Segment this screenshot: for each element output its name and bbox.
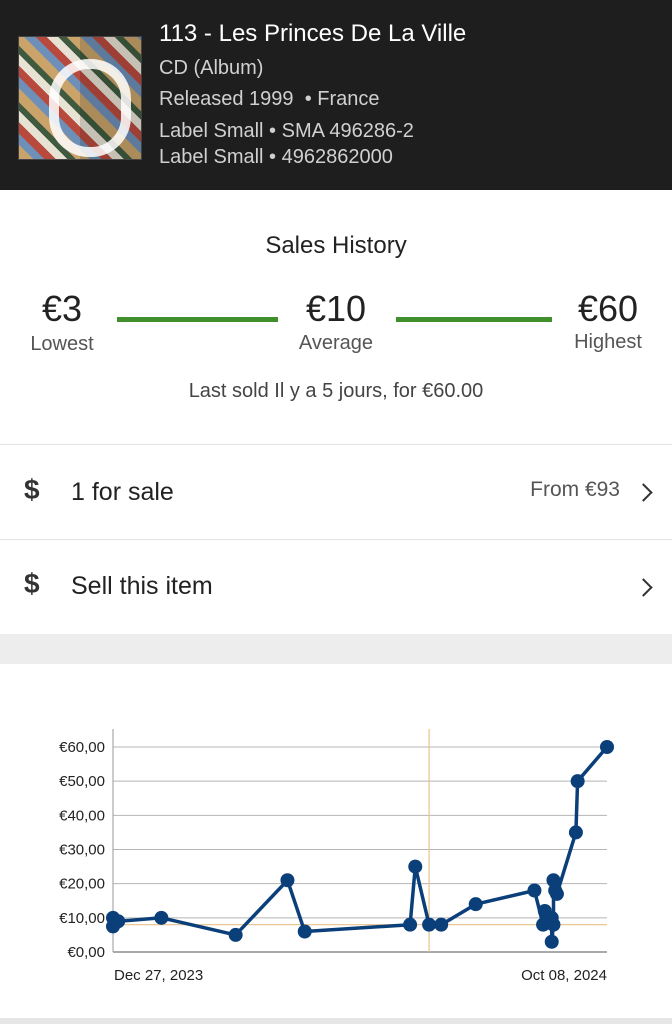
- release-country: • France: [304, 88, 380, 110]
- sale-point: [111, 914, 126, 929]
- divider: [0, 539, 672, 540]
- sale-point: [422, 917, 437, 932]
- for-sale-label: 1 for sale: [71, 478, 174, 506]
- chevron-right-icon: [634, 578, 653, 597]
- y-tick-label: €40,00: [59, 807, 105, 824]
- sale-point: [154, 910, 169, 925]
- y-tick-label: €30,00: [59, 842, 105, 859]
- sales-history-chart[interactable]: €0,00 €10,00 €20,00 €30,00 €40,00 €50,00 €60,0…: [0, 700, 672, 1000]
- for-sale-row[interactable]: $ 1 for sale From €93: [0, 446, 672, 538]
- release-title: 113 - Les Princes De La Ville: [159, 20, 467, 47]
- y-tick-label: €0,00: [67, 944, 105, 961]
- release-format: CD (Album): [159, 57, 264, 79]
- y-tick-label: €50,00: [59, 773, 105, 790]
- sale-point: [549, 886, 564, 901]
- release-label-1: Label Small • SMA 496286-2: [159, 120, 414, 142]
- release-year: Released 1999: [159, 88, 294, 110]
- dollar-icon: $: [24, 568, 40, 599]
- sale-point: [546, 917, 561, 932]
- sale-point: [600, 740, 614, 754]
- sale-point: [408, 859, 423, 874]
- average-price: €10: [305, 288, 367, 329]
- chevron-right-icon: [634, 483, 653, 502]
- sale-point: [568, 825, 583, 840]
- sale-point: [297, 924, 312, 939]
- sale-point: [403, 917, 418, 932]
- for-sale-from-price: From €93: [530, 478, 620, 501]
- dollar-icon: $: [24, 474, 40, 505]
- lowest-price: €3: [41, 288, 83, 329]
- y-tick-label: €60,00: [59, 739, 105, 756]
- x-tick-label: Dec 27, 2023: [114, 967, 203, 984]
- price-range-bar-right: [396, 317, 552, 322]
- last-sold-text: Last sold Il y a 5 jours, for €60.00: [188, 380, 484, 402]
- sale-point: [570, 774, 585, 789]
- sale-point: [280, 873, 295, 888]
- price-range-bar-left: [117, 317, 278, 322]
- sales-series-line: [111, 745, 609, 944]
- sale-point: [434, 917, 449, 932]
- section-separator: [0, 634, 672, 664]
- y-tick-label: €20,00: [59, 876, 105, 893]
- sale-point: [228, 927, 243, 942]
- y-tick-label: €10,00: [59, 910, 105, 927]
- release-header: 113 - Les Princes De La Ville CD (Album)…: [0, 0, 672, 190]
- bottom-separator: [0, 1018, 672, 1024]
- sell-item-row[interactable]: $ Sell this item: [0, 541, 672, 633]
- release-label-2: Label Small • 4962862000: [159, 146, 393, 168]
- sales-history-title: Sales History: [265, 232, 407, 259]
- divider: [0, 444, 672, 445]
- lowest-label: Lowest: [30, 333, 94, 355]
- album-cover[interactable]: [18, 36, 142, 160]
- highest-label: Highest: [574, 331, 642, 353]
- sale-point: [544, 934, 559, 949]
- highest-price: €60: [577, 288, 639, 329]
- sale-point: [468, 897, 483, 912]
- release-date-country: Released 1999 • France: [159, 88, 380, 111]
- sale-point: [527, 883, 542, 898]
- x-tick-label: Oct 08, 2024: [521, 967, 607, 984]
- sell-item-label: Sell this item: [71, 572, 213, 600]
- average-label: Average: [298, 332, 374, 354]
